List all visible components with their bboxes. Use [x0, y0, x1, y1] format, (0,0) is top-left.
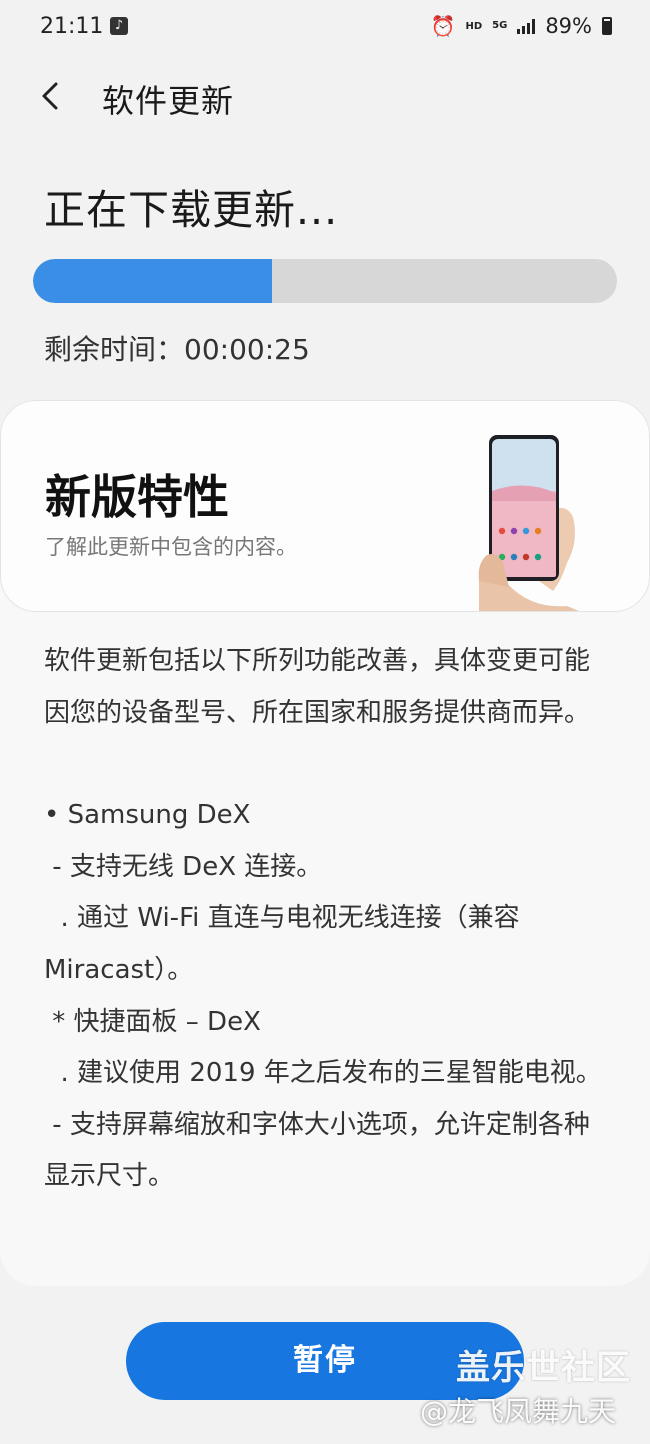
remaining-time: 剩余时间：00:00:25	[44, 333, 310, 366]
status-bar: 21:11 ♪ ⏰ HD 5G 89%	[0, 0, 650, 56]
back-button[interactable]	[34, 74, 74, 118]
feature-line: . 建议使用 2019 年之后发布的三星智能电视。	[44, 1058, 602, 1089]
music-icon: ♪	[110, 17, 128, 35]
feature-line: • Samsung DeX	[44, 800, 251, 831]
hd-icon: HD	[465, 20, 483, 32]
download-status: 正在下载更新...	[44, 186, 339, 234]
features-subtitle: 了解此更新中包含的内容。	[45, 535, 297, 559]
status-icons: ⏰ HD 5G 89%	[431, 14, 612, 38]
alarm-icon: ⏰	[430, 14, 456, 38]
signal-icon	[517, 18, 536, 34]
features-intro: 软件更新包括以下所列功能改善，具体变更可能因您的设备型号、所在国家和服务提供商而…	[44, 646, 591, 728]
features-title: 新版特性	[45, 470, 229, 524]
download-progress-bar	[33, 259, 617, 303]
feature-line: . 通过 Wi-Fi 直连与电视无线连接（兼容Miracast）。	[44, 903, 520, 985]
features-header: 新版特性 了解此更新中包含的内容。	[0, 400, 650, 612]
status-time: 21:11	[40, 14, 104, 39]
watermark-author: @龙飞凤舞九天	[420, 1395, 617, 1428]
chevron-left-icon	[42, 82, 58, 110]
feature-line: * 快捷面板 – DeX	[44, 1006, 261, 1037]
progress-fill	[33, 259, 273, 303]
features-body: 软件更新包括以下所列功能改善，具体变更可能因您的设备型号、所在国家和服务提供商而…	[44, 636, 614, 1203]
features-card: 新版特性 了解此更新中包含的内容。 软件更新包括以下所列功能改善，具体变更可能因…	[0, 400, 650, 1286]
feature-line: - 支持屏幕缩放和字体大小选项，允许定制各种显示尺寸。	[44, 1109, 590, 1192]
phone-illustration	[478, 435, 579, 611]
page-title: 软件更新	[102, 82, 235, 120]
feature-line: - 支持无线 DeX 连接。	[44, 851, 323, 882]
watermark-title: 盖乐世社区	[456, 1348, 631, 1388]
battery-icon	[602, 17, 612, 35]
5g-icon: 5G	[492, 20, 508, 31]
battery-percent: 89%	[545, 14, 592, 38]
